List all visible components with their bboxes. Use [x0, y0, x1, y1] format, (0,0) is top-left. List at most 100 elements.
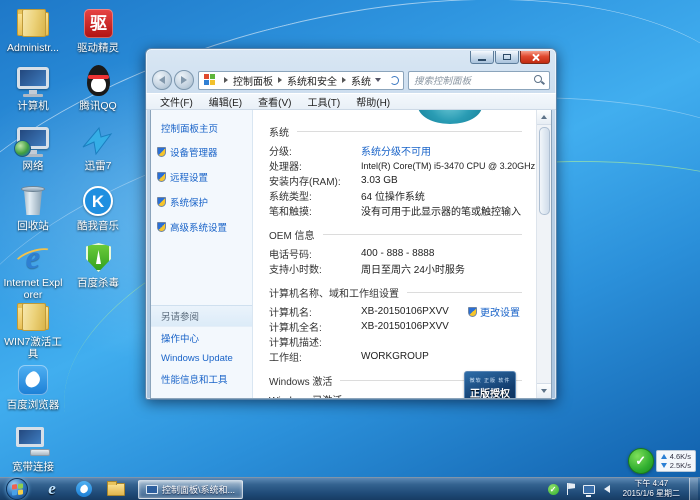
- desktop-icon-computer[interactable]: 计算机: [3, 64, 63, 112]
- sidebar-item-advanced-settings[interactable]: 高级系统设置: [151, 215, 252, 238]
- address-dropdown-icon[interactable]: [375, 78, 381, 82]
- desktop-icon-baidu-browser[interactable]: 百度浏览器: [3, 363, 63, 411]
- sidebar-item-label: 远程设置: [170, 170, 208, 184]
- taskbar-baidu-browser-icon[interactable]: [71, 479, 97, 499]
- search-icon: [534, 75, 544, 85]
- desktop-icon-kuwo[interactable]: K 酷我音乐: [68, 184, 128, 232]
- section-title: 系统: [269, 124, 289, 139]
- row-label: 计算机全名:: [269, 319, 361, 334]
- chevron-right-icon: [342, 77, 346, 83]
- windows-flag-icon: [12, 483, 23, 495]
- breadcrumb[interactable]: 控制面板 系统和安全 系统: [198, 71, 404, 90]
- speaker-icon: [604, 485, 610, 493]
- row-label: 系统类型:: [269, 188, 361, 203]
- section-computer-name: 计算机名称、域和工作组设置 计算机名: XB-20150106PXVV 更改设置…: [269, 285, 522, 364]
- triangle-up-icon: [541, 115, 547, 119]
- folder-icon: [14, 300, 52, 334]
- rating-link[interactable]: 系统分级不可用: [361, 143, 431, 158]
- active-task-button[interactable]: 控制面板\系统和...: [138, 480, 243, 499]
- sidebar-item-home[interactable]: 控制面板主页: [151, 118, 252, 138]
- desktop-icon-admin-folder[interactable]: Administr...: [3, 6, 63, 54]
- accelerator-ball-icon[interactable]: ✓: [628, 448, 654, 474]
- close-button[interactable]: [520, 51, 550, 64]
- icon-label: 腾讯QQ: [68, 100, 128, 112]
- see-also-section: 另请参阅 操作中心 Windows Update 性能信息和工具: [151, 305, 252, 398]
- sidebar-item-system-protection[interactable]: 系统保护: [151, 190, 252, 213]
- desktop-icon-baidu-antivirus[interactable]: 百度杀毒: [68, 241, 128, 289]
- genuine-badge[interactable]: 微软 正版 软件 正版授权 安全 放心 享受: [464, 371, 516, 398]
- computer-icon: [14, 64, 52, 98]
- breadcrumb-control-panel[interactable]: 控制面板: [233, 73, 273, 88]
- start-button[interactable]: [6, 478, 28, 500]
- forward-arrow-icon: [181, 76, 187, 84]
- kuwo-music-icon: K: [79, 184, 117, 218]
- tray-action-center-icon[interactable]: [565, 483, 578, 496]
- tray-volume-icon[interactable]: [601, 483, 614, 496]
- upload-arrow-icon: [661, 454, 667, 459]
- change-settings-link[interactable]: 更改设置: [468, 304, 520, 319]
- maximize-button[interactable]: [495, 51, 519, 64]
- taskbar-ie-icon[interactable]: e: [39, 479, 65, 499]
- ram-value: 3.03 GB: [361, 175, 398, 186]
- ie-icon: e: [48, 479, 56, 499]
- desktop-icon-network[interactable]: 网络: [3, 124, 63, 172]
- scroll-up-button[interactable]: [537, 110, 552, 125]
- icon-label: 百度杀毒: [68, 277, 128, 289]
- network-icon: [14, 124, 52, 158]
- sidebar-item-action-center[interactable]: 操作中心: [151, 327, 252, 349]
- section-oem: OEM 信息 电话号码:400 - 888 - 8888 支持小时数:周日至周六…: [269, 227, 522, 276]
- network-icon: [583, 485, 595, 494]
- menu-help[interactable]: 帮助(H): [348, 94, 398, 109]
- desktop-icon-driver-genius[interactable]: 驱 驱动精灵: [68, 6, 128, 54]
- system-type-value: 64 位操作系统: [361, 188, 425, 203]
- search-input[interactable]: 搜索控制面板: [408, 71, 550, 90]
- row-label: 安装内存(RAM):: [269, 173, 361, 188]
- support-hours-value: 周日至周六 24小时服务: [361, 261, 465, 276]
- breadcrumb-system[interactable]: 系统: [351, 73, 371, 88]
- taskbar-clock[interactable]: 下午 4:47 2015/1/6 星期二: [619, 479, 684, 499]
- minimize-button[interactable]: [470, 51, 494, 64]
- row-label: 笔和触摸:: [269, 203, 361, 218]
- upload-speed: 4.6K/s: [670, 453, 691, 461]
- desktop-icon-xunlei[interactable]: 迅雷7: [68, 124, 128, 172]
- desktop-icon-ie[interactable]: e Internet Explorer: [3, 241, 63, 301]
- desktop-icon-qq[interactable]: 腾讯QQ: [68, 64, 128, 112]
- icon-label: 宽带连接: [3, 461, 63, 473]
- speed-widget[interactable]: ✓ 4.6K/s 2.5K/s: [628, 448, 696, 474]
- refresh-button[interactable]: [387, 73, 401, 87]
- row-label: 处理器:: [269, 158, 361, 173]
- menu-view[interactable]: 查看(V): [250, 94, 299, 109]
- back-button[interactable]: [152, 70, 172, 90]
- title-bar[interactable]: [146, 49, 556, 67]
- uac-shield-icon: [157, 147, 166, 157]
- menu-file[interactable]: 文件(F): [152, 94, 201, 109]
- tray-health-icon[interactable]: ✓: [547, 483, 560, 496]
- sidebar-item-device-manager[interactable]: 设备管理器: [151, 140, 252, 163]
- broadband-connection-icon: [14, 425, 52, 459]
- taskbar-explorer-icon[interactable]: [103, 479, 129, 499]
- desktop-icon-broadband[interactable]: 宽带连接: [3, 425, 63, 473]
- thunder-bird-icon: [79, 124, 117, 158]
- breadcrumb-system-security[interactable]: 系统和安全: [287, 73, 337, 88]
- back-arrow-icon: [159, 76, 165, 84]
- row-label: 计算机描述:: [269, 334, 361, 349]
- scrollbar-thumb[interactable]: [539, 127, 550, 215]
- menu-edit[interactable]: 编辑(E): [201, 94, 250, 109]
- control-panel-icon: [204, 74, 216, 86]
- sidebar-item-label: 高级系统设置: [170, 220, 227, 234]
- sidebar-item-windows-update[interactable]: Windows Update: [151, 349, 252, 368]
- chevron-right-icon: [224, 77, 228, 83]
- menu-tools[interactable]: 工具(T): [299, 94, 348, 109]
- scroll-down-button[interactable]: [537, 383, 552, 398]
- tray-network-icon[interactable]: [583, 483, 596, 496]
- sidebar-item-remote-settings[interactable]: 远程设置: [151, 165, 252, 188]
- forward-button[interactable]: [174, 70, 194, 90]
- internet-explorer-icon: e: [14, 241, 52, 275]
- show-desktop-button[interactable]: [689, 478, 698, 500]
- download-arrow-icon: [661, 463, 667, 468]
- desktop-icon-recycle-bin[interactable]: 回收站: [3, 184, 63, 232]
- scrollbar[interactable]: [536, 110, 551, 398]
- desktop-icon-win7-activator[interactable]: WIN7激活工具: [3, 300, 63, 360]
- sidebar: 控制面板主页 设备管理器 远程设置 系统保护 高级系统设置 另请参阅 操作中心 …: [151, 110, 253, 398]
- sidebar-item-performance[interactable]: 性能信息和工具: [151, 368, 252, 390]
